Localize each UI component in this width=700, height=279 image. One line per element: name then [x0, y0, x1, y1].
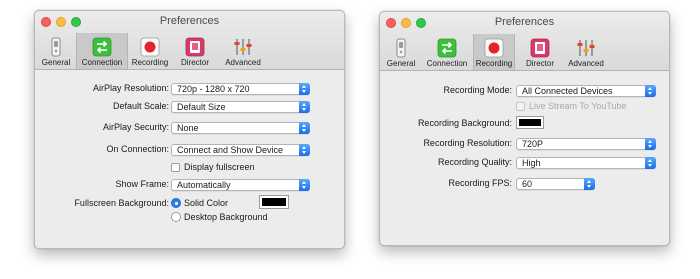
tab-connection[interactable]: Connection [76, 33, 128, 69]
airplay-security-label: AirPlay Security: [102, 122, 169, 132]
chevron-updown-icon [299, 83, 310, 95]
default-scale-label: Default Scale: [112, 101, 169, 111]
tab-general[interactable]: General [36, 33, 76, 69]
preferences-window-recording: Preferences General Connection Recording [379, 11, 670, 246]
recording-quality-value: High [522, 158, 541, 168]
show-frame-popup[interactable]: Automatically [171, 179, 310, 191]
tab-recording[interactable]: Recording [473, 34, 515, 70]
chevron-updown-icon [584, 178, 595, 190]
chevron-updown-icon [645, 138, 656, 150]
recording-resolution-popup[interactable]: 720P [516, 138, 656, 150]
tab-advanced-label: Advanced [225, 58, 261, 67]
tab-advanced[interactable]: Advanced [221, 33, 265, 69]
live-stream-label: Live Stream To YouTube [529, 101, 627, 111]
live-stream-checkbox[interactable] [516, 102, 525, 111]
airplay-security-popup[interactable]: None [171, 122, 310, 134]
switch-icon [51, 37, 61, 57]
tab-director[interactable]: Director [520, 34, 560, 70]
color-swatch [519, 119, 541, 126]
desktop-background-radio[interactable] [171, 212, 181, 222]
chevron-updown-icon [299, 179, 310, 191]
tab-recording-label: Recording [475, 59, 513, 68]
chevron-updown-icon [645, 157, 656, 169]
sliders-icon [577, 40, 595, 56]
tab-director-label: Director [525, 59, 554, 68]
window-title: Preferences [494, 16, 555, 28]
tab-connection[interactable]: Connection [423, 34, 471, 70]
airplay-security-value: None [177, 123, 199, 133]
recording-fps-label: Recording FPS: [448, 178, 512, 188]
window-title: Preferences [159, 15, 220, 27]
recording-quality-label: Recording Quality: [437, 157, 512, 167]
on-connection-label: On Connection: [106, 144, 169, 154]
tab-director[interactable]: Director [175, 33, 215, 69]
chevron-updown-icon [299, 101, 310, 113]
record-icon [484, 38, 504, 58]
chevron-updown-icon [645, 85, 656, 97]
recording-mode-popup[interactable]: All Connected Devices [516, 85, 656, 97]
director-icon [185, 37, 205, 57]
color-swatch [262, 198, 286, 206]
toolbar: Preferences General Connection Recording [380, 12, 669, 71]
solid-color-radio[interactable] [171, 198, 181, 208]
show-frame-label: Show Frame: [115, 179, 169, 189]
tab-advanced[interactable]: Advanced [564, 34, 608, 70]
on-connection-value: Connect and Show Device [177, 145, 284, 155]
switch-icon [396, 38, 406, 58]
display-fullscreen-label: Display fullscreen [184, 162, 255, 172]
tab-general[interactable]: General [381, 34, 421, 70]
tab-connection-label: Connection [81, 58, 123, 67]
display-fullscreen-checkbox[interactable] [171, 163, 180, 172]
airplay-resolution-value: 720p - 1280 x 720 [177, 84, 250, 94]
recording-mode-label: Recording Mode: [443, 85, 512, 95]
recording-background-label: Recording Background: [417, 118, 512, 128]
connection-arrows-icon [437, 38, 457, 58]
solid-color-label: Solid Color [184, 198, 229, 208]
recording-background-color-well[interactable] [516, 116, 544, 129]
record-icon [140, 37, 160, 57]
desktop-background-label: Desktop Background [184, 212, 268, 222]
default-scale-popup[interactable]: Default Size [171, 101, 310, 113]
tab-general-label: General [41, 58, 71, 67]
sliders-icon [234, 39, 252, 55]
preferences-window-connection: Preferences General Connection Recording [34, 10, 345, 249]
airplay-resolution-label: AirPlay Resolution: [92, 83, 169, 93]
show-frame-value: Automatically [177, 180, 231, 190]
chevron-updown-icon [299, 122, 310, 134]
chevron-updown-icon [299, 144, 310, 156]
tab-general-label: General [386, 59, 416, 68]
recording-resolution-label: Recording Resolution: [423, 138, 512, 148]
recording-resolution-value: 720P [522, 139, 544, 149]
recording-fps-popup[interactable]: 60 [516, 178, 595, 190]
director-icon [530, 38, 550, 58]
recording-fps-value: 60 [522, 179, 533, 189]
default-scale-value: Default Size [177, 102, 226, 112]
airplay-resolution-popup[interactable]: 720p - 1280 x 720 [171, 83, 310, 95]
tab-recording-label: Recording [131, 58, 169, 67]
tab-connection-label: Connection [426, 59, 468, 68]
tab-advanced-label: Advanced [568, 59, 604, 68]
toolbar: Preferences General Connection Recording [35, 11, 344, 70]
fullscreen-background-label: Fullscreen Background: [74, 198, 169, 208]
on-connection-popup[interactable]: Connect and Show Device [171, 144, 310, 156]
recording-quality-popup[interactable]: High [516, 157, 656, 169]
connection-arrows-icon [92, 37, 112, 57]
recording-mode-value: All Connected Devices [522, 86, 613, 96]
tab-recording[interactable]: Recording [128, 33, 172, 69]
tab-director-label: Director [180, 58, 209, 67]
fullscreen-color-well[interactable] [259, 195, 289, 209]
